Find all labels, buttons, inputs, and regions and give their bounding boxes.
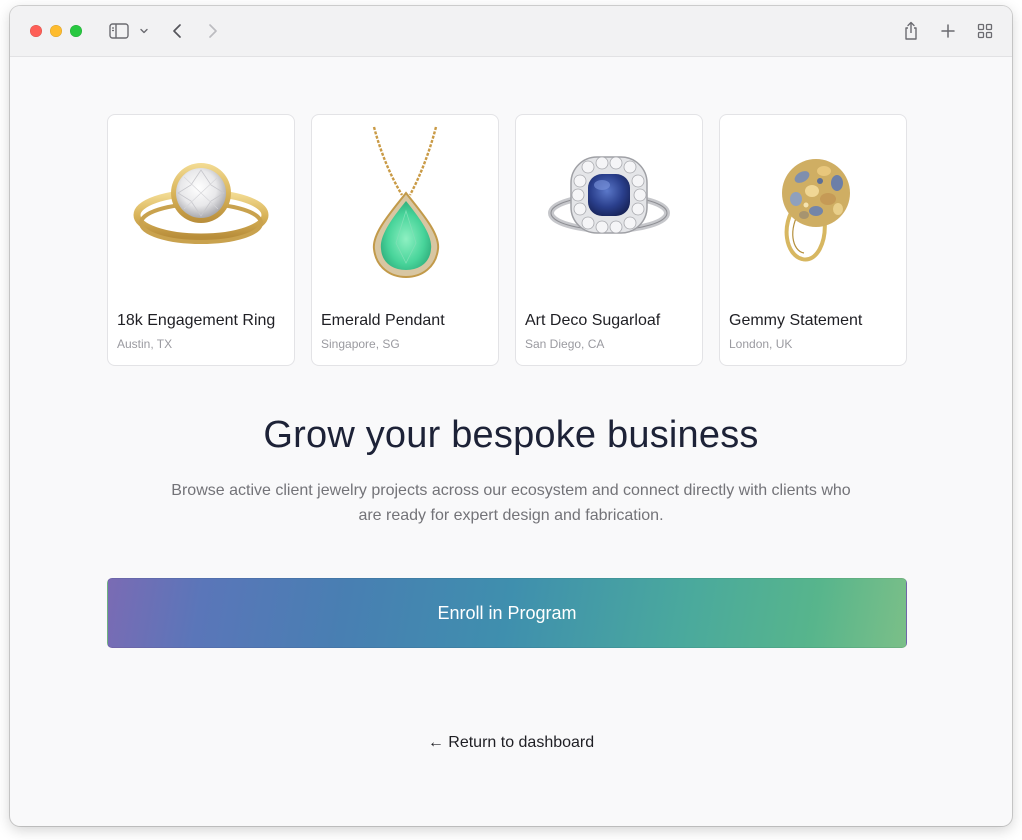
- project-title: 18k Engagement Ring: [117, 312, 276, 329]
- sidebar-icon[interactable]: [108, 20, 130, 42]
- pear-emerald-pendant-image: [312, 115, 498, 305]
- project-title: Gemmy Statement: [729, 312, 863, 329]
- project-card-emerald-pendant[interactable]: Emerald Pendant Singapore, SG: [311, 114, 499, 366]
- new-tab-icon[interactable]: [939, 20, 957, 42]
- browser-window: 18k Engagement Ring Austin, TX Emerald P…: [10, 6, 1012, 826]
- project-title: Emerald Pendant: [321, 312, 445, 329]
- forward-icon[interactable]: [206, 20, 220, 42]
- chevron-down-icon[interactable]: [138, 20, 150, 42]
- sapphire-halo-ring-image: [516, 115, 702, 305]
- project-card-art-deco-sugarloaf[interactable]: Art Deco Sugarloaf San Diego, CA: [515, 114, 703, 366]
- project-card-gemmy-statement[interactable]: Gemmy Statement London, UK: [719, 114, 907, 366]
- return-to-dashboard-link[interactable]: ← Return to dashboard: [10, 734, 1012, 752]
- project-card-engagement-ring[interactable]: 18k Engagement Ring Austin, TX: [107, 114, 295, 366]
- project-location: San Diego, CA: [525, 337, 605, 351]
- close-window-button[interactable]: [30, 25, 42, 37]
- project-location: Austin, TX: [117, 337, 173, 351]
- enroll-button[interactable]: Enroll in Program: [107, 578, 907, 648]
- project-location: London, UK: [729, 337, 793, 351]
- back-icon[interactable]: [170, 20, 184, 42]
- tab-overview-icon[interactable]: [976, 20, 994, 42]
- project-location: Singapore, SG: [321, 337, 400, 351]
- gold-solitaire-ring-image: [108, 115, 294, 305]
- project-title: Art Deco Sugarloaf: [525, 312, 661, 329]
- page-subtext: Browse active client jewelry projects ac…: [171, 482, 851, 524]
- zoom-window-button[interactable]: [70, 25, 82, 37]
- cluster-gem-ring-image: [720, 115, 906, 305]
- page-headline: Grow your bespoke business: [263, 414, 759, 456]
- project-cards: 18k Engagement Ring Austin, TX Emerald P…: [107, 114, 908, 366]
- minimize-window-button[interactable]: [50, 25, 62, 37]
- title-bar: [10, 6, 1012, 57]
- share-icon[interactable]: [902, 20, 920, 42]
